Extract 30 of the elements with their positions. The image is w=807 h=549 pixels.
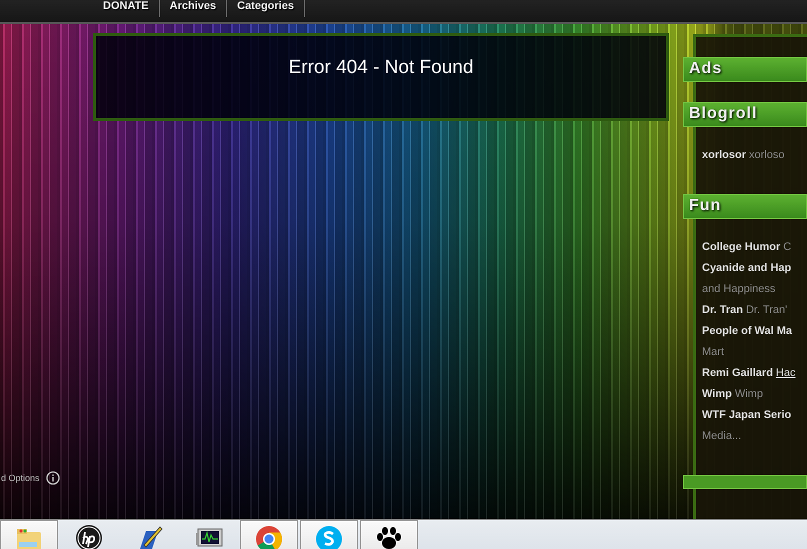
sidebar-link[interactable]: People of Wal Ma xyxy=(702,325,792,337)
link-description: Mart xyxy=(702,346,725,358)
link-description: Wimp xyxy=(734,388,763,400)
section-header: Fun xyxy=(683,194,807,219)
browser-icon xyxy=(254,524,284,549)
sidebar-link[interactable]: College Humor xyxy=(702,241,780,253)
info-icon[interactable] xyxy=(46,471,60,485)
sidebar-link[interactable]: Dr. Tran xyxy=(702,304,743,316)
error-title: Error 404 - Not Found xyxy=(288,57,474,80)
nav-link[interactable]: Archives xyxy=(160,0,228,17)
sidebar-link[interactable]: WTF Japan Serio xyxy=(702,409,792,421)
nav-link[interactable]: DONATE xyxy=(93,0,160,17)
options-link[interactable]: d Options xyxy=(1,473,40,483)
chat-icon xyxy=(314,524,344,549)
link-description: xorloso xyxy=(749,149,784,161)
nav-link[interactable]: Categories xyxy=(227,0,305,17)
paw-icon xyxy=(374,524,404,549)
section-header: Blogroll xyxy=(683,102,807,127)
sidebar-link[interactable]: Wimp xyxy=(702,388,732,400)
link-description: Dr. Tran' xyxy=(746,304,788,316)
sidebar-link[interactable]: xorlosor xyxy=(702,149,746,161)
sidebar-link[interactable]: Cyanide and Hap xyxy=(702,262,792,274)
section-header: Ads xyxy=(683,57,807,82)
circle-logo-icon xyxy=(74,523,104,549)
link-description: Media... xyxy=(702,430,742,442)
sidebar-link[interactable]: Remi Gaillard xyxy=(702,367,773,379)
hovered-link[interactable]: Hac xyxy=(776,367,796,379)
taskbar-button[interactable] xyxy=(360,520,418,549)
link-description: C xyxy=(783,241,792,253)
link-description: and Happiness xyxy=(702,283,776,295)
